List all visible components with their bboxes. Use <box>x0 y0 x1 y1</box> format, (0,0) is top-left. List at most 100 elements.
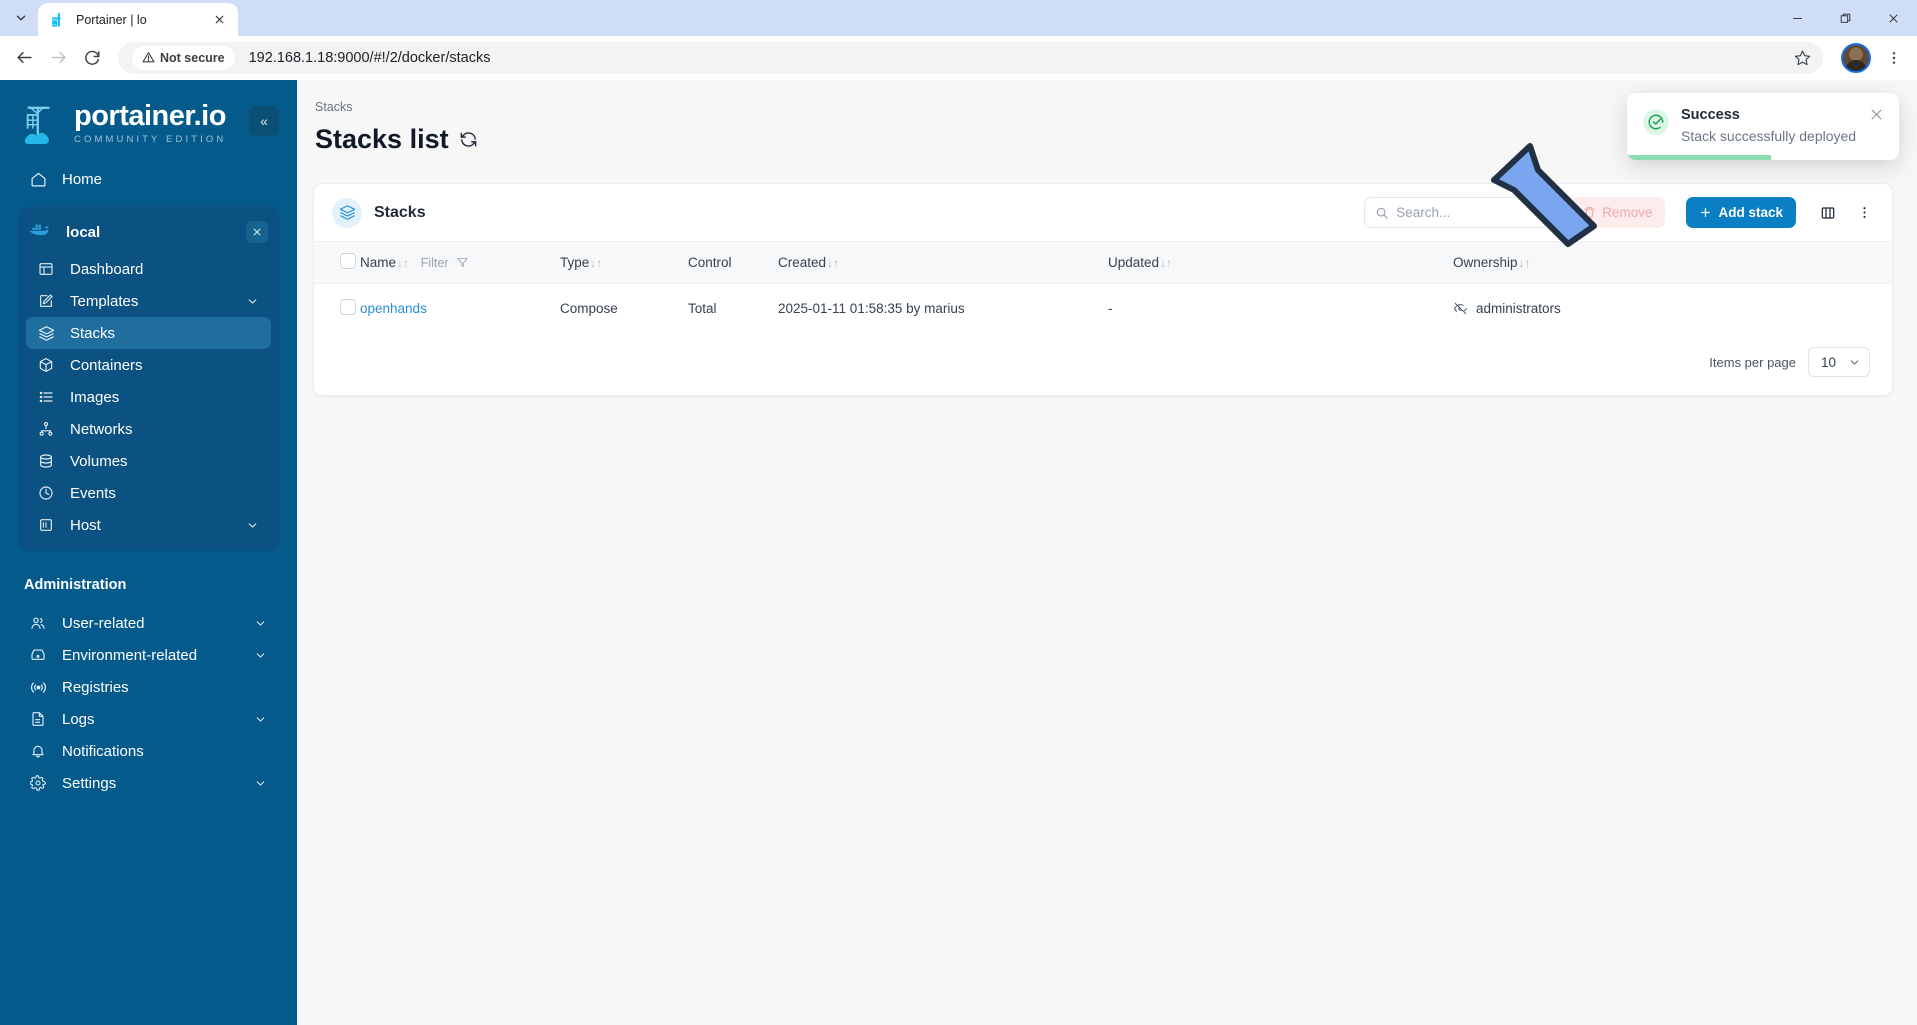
tab-title: Portainer | lo <box>76 12 147 27</box>
column-header-updated[interactable]: Updated↓↑ <box>1108 242 1453 284</box>
column-label: Name <box>360 255 397 270</box>
chevron-down-icon[interactable] <box>254 617 268 630</box>
columns-layout-icon[interactable] <box>1816 199 1840 227</box>
toast-message: Stack successfully deployed <box>1681 128 1857 144</box>
sidebar-item-environment-related[interactable]: Environment-related <box>18 639 279 671</box>
table-header: Name↓↑ Filter Type↓↑ Control Created↓↑ U… <box>314 241 1892 284</box>
sidebar-item-settings[interactable]: Settings <box>18 767 279 799</box>
sidebar-item-host[interactable]: Host <box>26 509 271 541</box>
sort-icon[interactable]: ↓↑ <box>397 256 409 270</box>
gear-icon <box>29 774 47 792</box>
search-field[interactable] <box>1396 205 1574 220</box>
sidebar-item-label: Networks <box>70 420 133 438</box>
toast-body: Success Stack successfully deployed <box>1681 107 1857 144</box>
tab-search-button[interactable] <box>4 3 38 33</box>
stacks-table: Name↓↑ Filter Type↓↑ Control Created↓↑ U… <box>314 241 1892 333</box>
sidebar-item-containers[interactable]: Containers <box>26 349 271 381</box>
column-header-ownership[interactable]: Ownership↓↑ <box>1453 242 1892 284</box>
funnel-icon[interactable] <box>456 256 469 269</box>
sidebar-item-label: Dashboard <box>70 260 144 278</box>
row-select-cell <box>314 284 360 334</box>
sidebar-item-home[interactable]: Home <box>18 163 279 195</box>
row-checkbox[interactable] <box>340 299 356 315</box>
sidebar-item-registries[interactable]: Registries <box>18 671 279 703</box>
stacks-layers-icon <box>332 197 362 228</box>
column-header-created[interactable]: Created↓↑ <box>778 242 1108 284</box>
container-box-icon <box>37 356 55 374</box>
forward-arrow-icon[interactable] <box>42 42 74 74</box>
chevron-down-icon[interactable] <box>254 777 268 790</box>
stack-name-link[interactable]: openhands <box>360 301 427 316</box>
sidebar-item-label: Templates <box>70 292 139 310</box>
filter-label[interactable]: Filter <box>421 256 449 270</box>
add-stack-button-label: Add stack <box>1718 205 1783 220</box>
docker-whale-icon <box>29 222 51 243</box>
sidebar-item-volumes[interactable]: Volumes <box>26 445 271 477</box>
brand-header: portainer.io COMMUNITY EDITION « <box>0 80 297 163</box>
cell-updated: - <box>1108 301 1113 316</box>
cell-control: Total <box>688 301 717 316</box>
column-label: Updated <box>1108 255 1160 270</box>
sidebar-item-logs[interactable]: Logs <box>18 703 279 735</box>
sidebar-item-notifications[interactable]: Notifications <box>18 735 279 767</box>
sort-icon[interactable]: ↓↑ <box>1160 256 1172 270</box>
avatar[interactable] <box>1841 42 1871 73</box>
sort-icon[interactable]: ↓↑ <box>590 256 602 270</box>
chevron-down-icon[interactable] <box>1848 356 1861 369</box>
sidebar-item-images[interactable]: Images <box>26 381 271 413</box>
sidebar-item-dashboard[interactable]: Dashboard <box>26 253 271 285</box>
chevron-down-icon[interactable] <box>246 519 260 532</box>
environment-close-icon[interactable] <box>246 221 268 243</box>
window-controls <box>1773 0 1917 36</box>
refresh-icon[interactable] <box>459 130 478 149</box>
star-icon[interactable] <box>1787 43 1817 73</box>
close-tab-icon[interactable] <box>210 11 228 29</box>
sidebar-item-stacks[interactable]: Stacks <box>26 317 271 349</box>
chevron-down-icon[interactable] <box>254 713 268 726</box>
sidebar-item-networks[interactable]: Networks <box>26 413 271 445</box>
select-all-checkbox[interactable] <box>340 253 356 269</box>
sidebar-collapse-button[interactable]: « <box>249 105 279 136</box>
sort-icon[interactable]: ↓↑ <box>827 256 839 270</box>
chevron-down-icon[interactable] <box>246 295 260 308</box>
address-bar[interactable]: Not secure 192.168.1.18:9000/#!/2/docker… <box>118 41 1823 74</box>
stacks-layers-icon <box>37 324 55 342</box>
search-input[interactable] <box>1364 197 1591 228</box>
logs-document-icon <box>29 710 47 728</box>
column-header-name[interactable]: Name↓↑ Filter <box>360 242 560 284</box>
sort-icon[interactable]: ↓↑ <box>1519 256 1531 270</box>
clock-icon <box>37 484 55 502</box>
registries-broadcast-icon <box>29 678 47 696</box>
brand-title: portainer.io <box>74 100 226 132</box>
card-more-menu-icon[interactable] <box>1852 199 1876 227</box>
cell-created: 2025-01-11 01:58:35 by marius <box>778 301 965 316</box>
browser-tab[interactable]: Portainer | lo <box>38 3 238 36</box>
cell-name: openhands <box>360 284 560 334</box>
close-icon[interactable] <box>1869 107 1885 123</box>
table-row[interactable]: openhands Compose Total 2025-01-11 01:58… <box>314 284 1892 334</box>
minimize-icon[interactable] <box>1773 0 1821 36</box>
users-icon <box>29 614 47 632</box>
sidebar-item-label: Home <box>62 170 103 188</box>
sidebar-item-user-related[interactable]: User-related <box>18 607 279 639</box>
security-status[interactable]: Not secure <box>132 45 235 70</box>
add-stack-button[interactable]: Add stack <box>1686 197 1796 228</box>
reload-icon[interactable] <box>76 42 108 74</box>
close-window-icon[interactable] <box>1869 0 1917 36</box>
brand-subtitle: COMMUNITY EDITION <box>74 134 227 145</box>
column-label: Type <box>560 255 590 270</box>
restore-icon[interactable] <box>1821 0 1869 36</box>
remove-button[interactable]: Remove <box>1570 197 1666 228</box>
kebab-menu-icon[interactable] <box>1879 41 1909 75</box>
sidebar-item-label: Environment-related <box>62 646 198 664</box>
items-per-page-select[interactable]: 10 <box>1808 347 1870 377</box>
back-arrow-icon[interactable] <box>8 42 40 74</box>
url-text: 192.168.1.18:9000/#!/2/docker/stacks <box>248 49 491 66</box>
environment-header[interactable]: local <box>18 214 279 250</box>
host-server-icon <box>37 516 55 534</box>
eye-off-icon <box>1453 301 1468 316</box>
sidebar-item-events[interactable]: Events <box>26 477 271 509</box>
sidebar-item-templates[interactable]: Templates <box>26 285 271 317</box>
column-header-type[interactable]: Type↓↑ <box>560 242 688 284</box>
chevron-down-icon[interactable] <box>254 649 268 662</box>
